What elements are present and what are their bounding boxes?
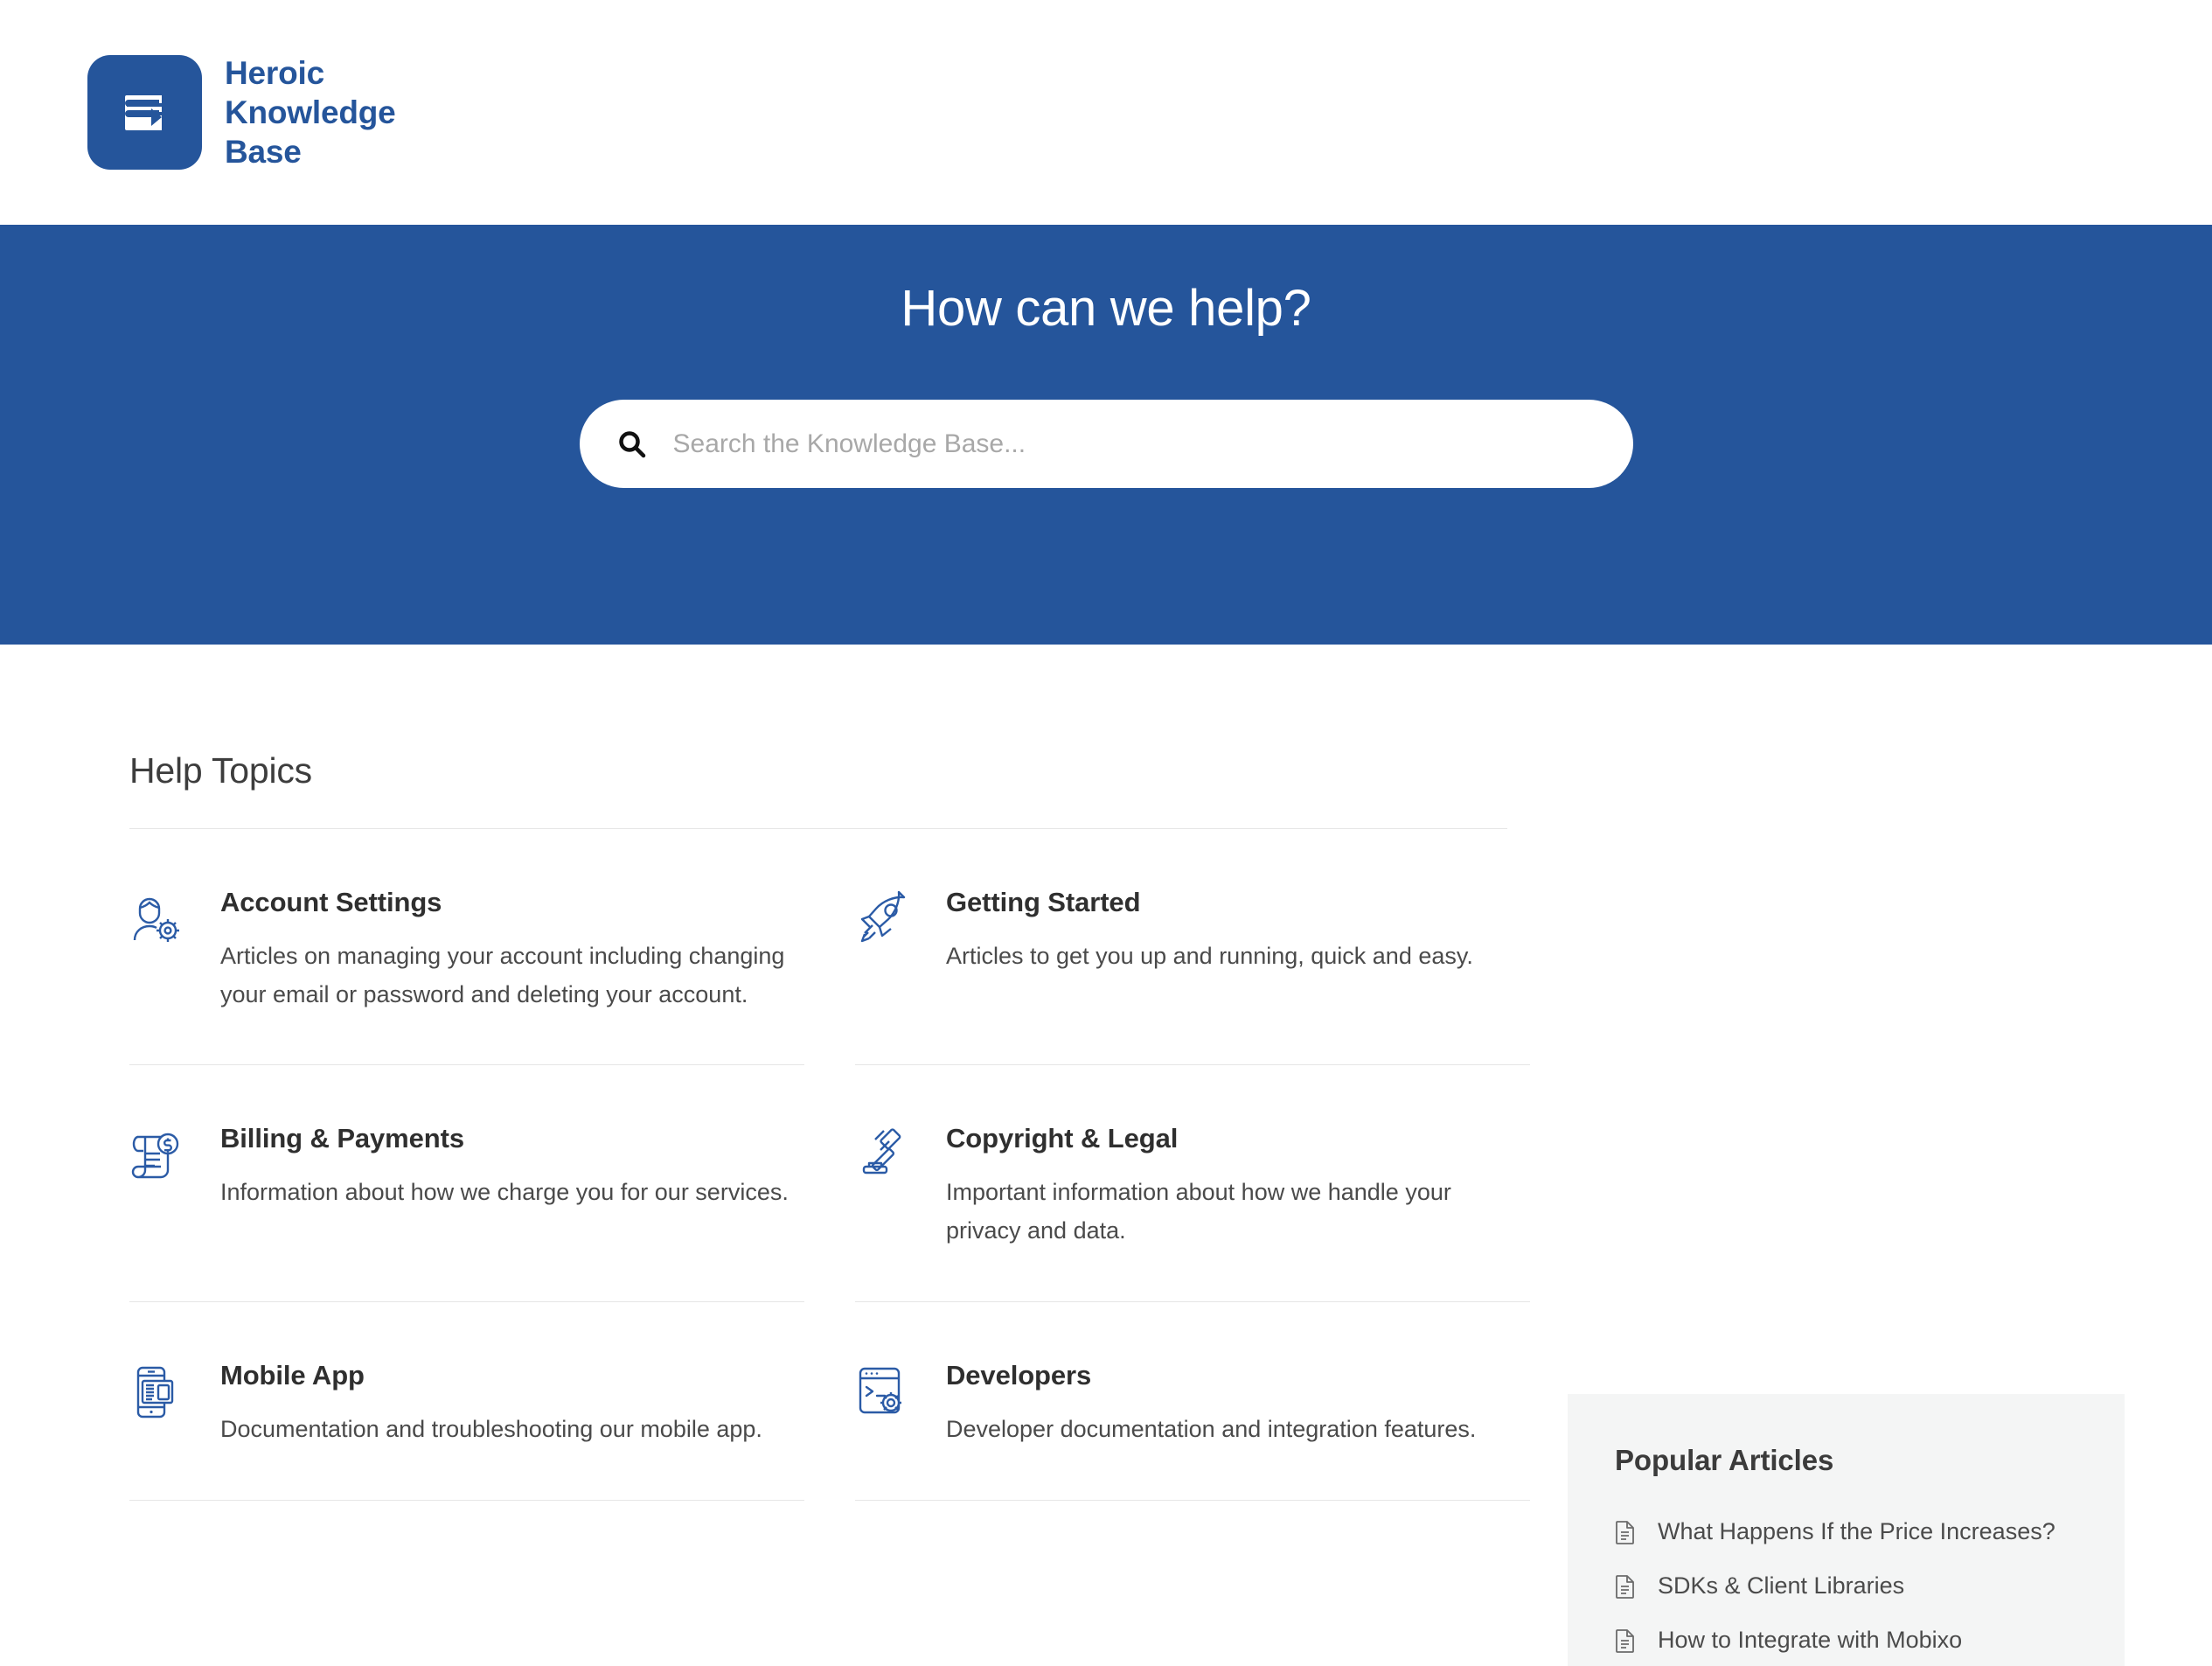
brand-line-2: Knowledge <box>225 94 396 130</box>
invoice-dollar-icon <box>129 1123 196 1184</box>
brand-line-1: Heroic <box>225 54 324 91</box>
topic-card-mobile-app[interactable]: Mobile App Documentation and troubleshoo… <box>129 1302 804 1501</box>
gavel-icon <box>855 1123 922 1184</box>
brand-line-3: Base <box>225 134 302 171</box>
page-content: Help Topics Account Settings Articles on… <box>0 645 2212 1666</box>
topic-description: Articles on managing your account includ… <box>220 943 785 1007</box>
list-item[interactable]: SDKs & Client Libraries <box>1615 1572 2077 1600</box>
brand-wordmark: Heroic Knowledge Base <box>225 53 396 171</box>
help-topics-grid: Account Settings Articles on managing yo… <box>129 829 1530 1501</box>
topic-title: Billing & Payments <box>220 1123 464 1154</box>
site-header: Heroic Knowledge Base <box>0 0 2212 225</box>
terminal-gear-icon <box>855 1360 922 1421</box>
sidebar: Popular Articles What Happens If the Pri… <box>1568 645 2125 1666</box>
popular-articles-title: Popular Articles <box>1615 1444 1834 1476</box>
topic-description: Articles to get you up and running, quic… <box>946 943 1473 969</box>
brand-logo[interactable]: Heroic Knowledge Base <box>87 53 396 171</box>
document-icon <box>1615 1574 1638 1599</box>
topic-card-account-settings[interactable]: Account Settings Articles on managing yo… <box>129 829 804 1066</box>
search-icon <box>617 429 647 459</box>
topic-description: Developer documentation and integration … <box>946 1415 1477 1442</box>
topic-card-developers[interactable]: Developers Developer documentation and i… <box>855 1302 1530 1501</box>
book-logo-icon <box>87 55 202 170</box>
account-settings-icon <box>129 887 196 948</box>
main-column: Help Topics Account Settings Articles on… <box>129 645 1530 1501</box>
search-bar[interactable] <box>579 400 1633 488</box>
document-icon <box>1615 1520 1638 1544</box>
topic-card-billing-payments[interactable]: Billing & Payments Information about how… <box>129 1065 804 1302</box>
topic-title: Copyright & Legal <box>946 1123 1179 1154</box>
topic-description: Documentation and troubleshooting our mo… <box>220 1415 762 1442</box>
article-label: How to Integrate with Mobixo <box>1658 1627 1963 1653</box>
topic-title: Getting Started <box>946 887 1141 917</box>
topic-card-getting-started[interactable]: Getting Started Articles to get you up a… <box>855 829 1530 1066</box>
article-label: What Happens If the Price Increases? <box>1658 1518 2055 1544</box>
popular-articles-list: What Happens If the Price Increases? SDK… <box>1615 1518 2077 1666</box>
rocket-icon <box>855 887 922 948</box>
hero-banner: How can we help? <box>0 225 2212 645</box>
topic-title: Developers <box>946 1359 1092 1391</box>
topic-title: Mobile App <box>220 1359 365 1391</box>
article-label: SDKs & Client Libraries <box>1658 1572 1905 1599</box>
popular-articles-panel: Popular Articles What Happens If the Pri… <box>1568 1394 2125 1666</box>
search-input[interactable] <box>672 429 1633 459</box>
topic-card-copyright-legal[interactable]: Copyright & Legal Important information … <box>855 1065 1530 1302</box>
list-item[interactable]: What Happens If the Price Increases? <box>1615 1518 2077 1545</box>
list-item[interactable]: How to Integrate with Mobixo <box>1615 1627 2077 1654</box>
topic-description: Important information about how we handl… <box>946 1179 1451 1244</box>
topic-description: Information about how we charge you for … <box>220 1179 789 1206</box>
topic-title: Account Settings <box>220 887 442 917</box>
mobile-phone-icon <box>129 1360 196 1421</box>
document-icon <box>1615 1628 1638 1653</box>
hero-title: How can we help? <box>901 280 1311 337</box>
page-title: Help Topics <box>129 750 312 791</box>
